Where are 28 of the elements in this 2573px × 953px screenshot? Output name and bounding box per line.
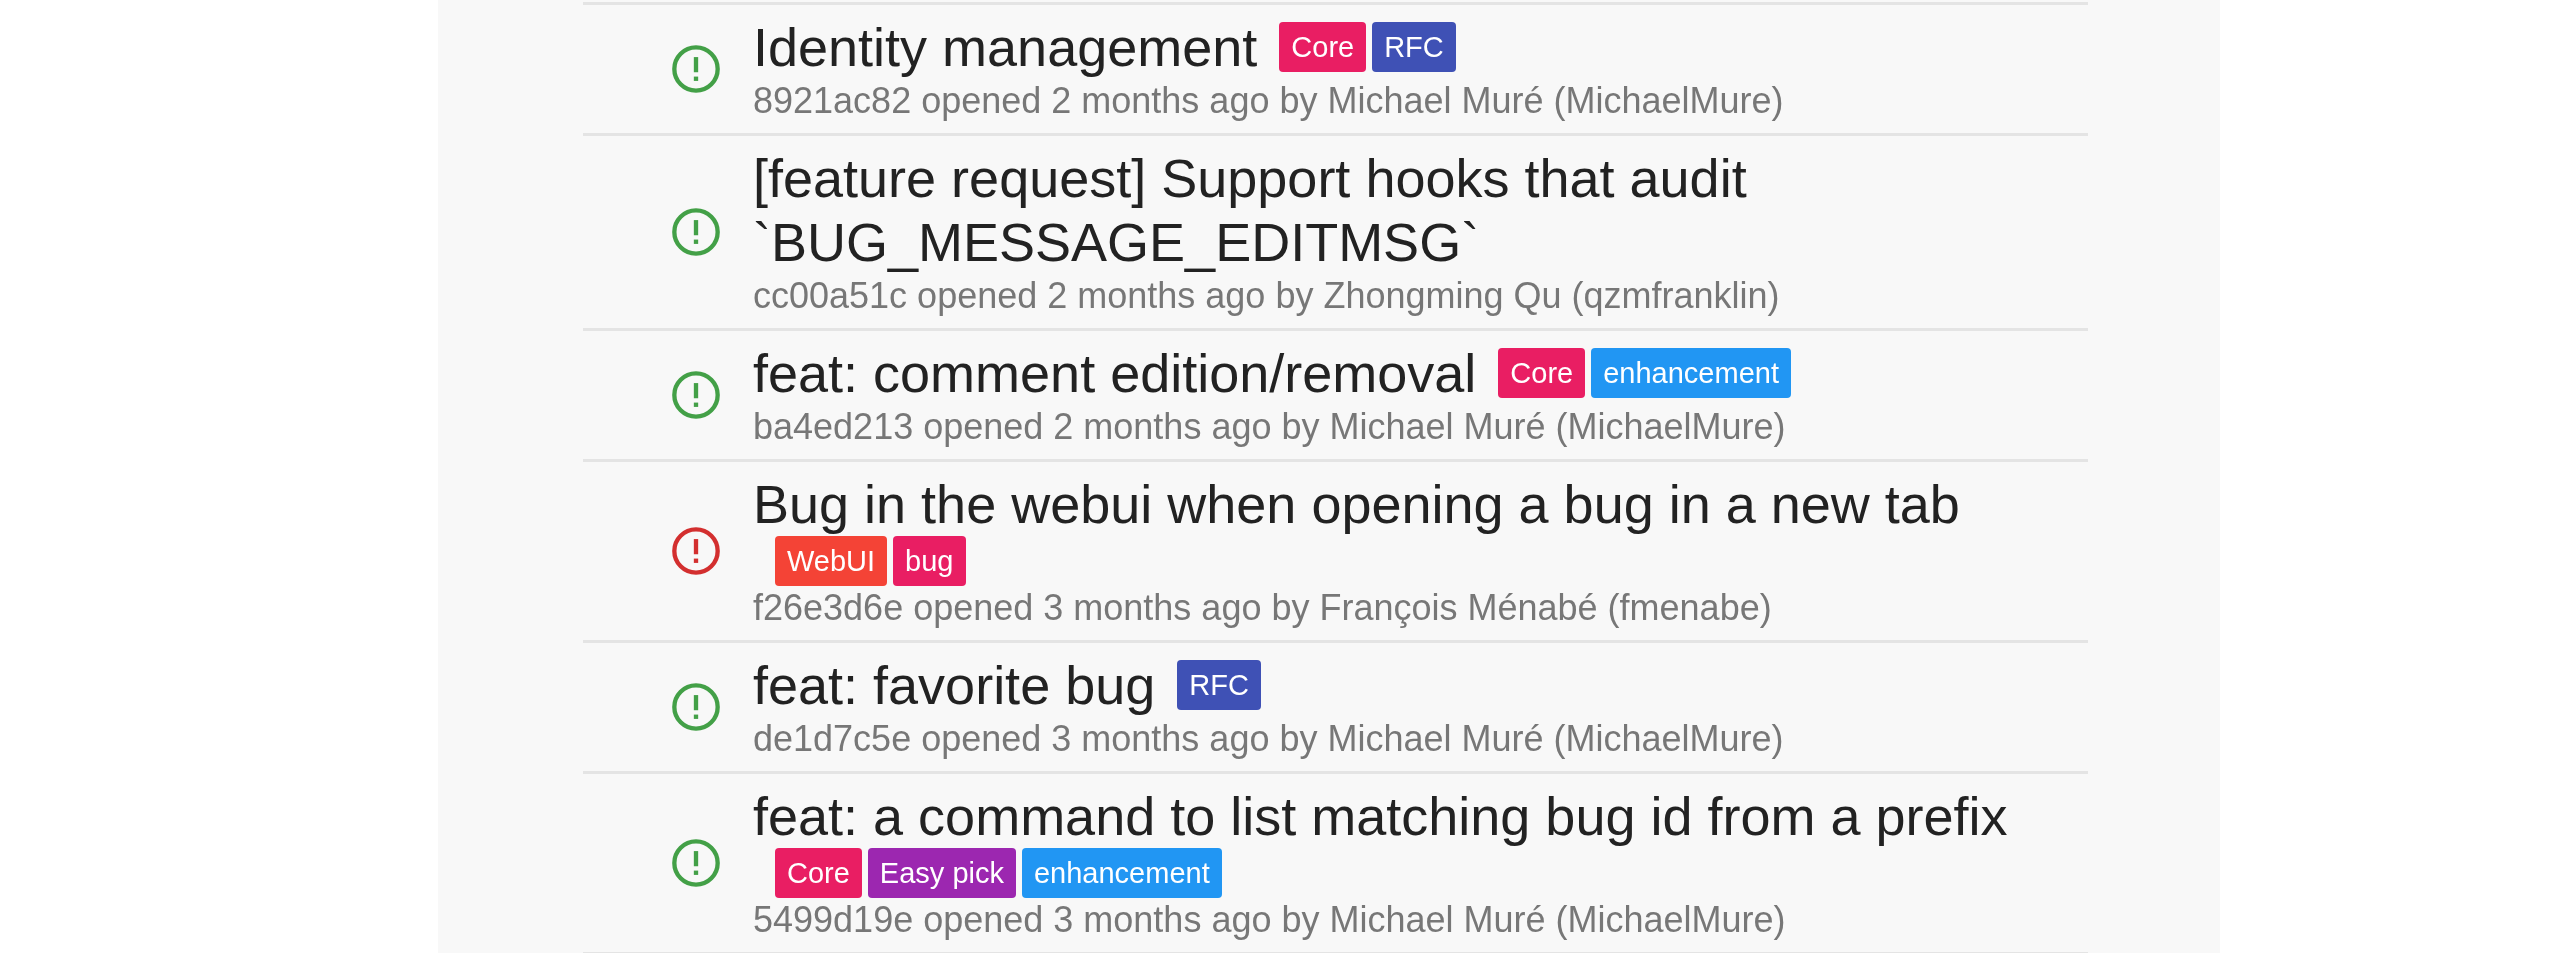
issue-label: WebUI (775, 536, 888, 586)
issue-label: enhancement (1591, 348, 1791, 398)
issue-row[interactable]: [feature request] Support hooks that audit `BUG_MESSAGE_EDITMSG` cc00a51c opened 2 months ago by Zhongming Qu (qzmfranklin) (583, 136, 2088, 331)
issue-row[interactable]: feat: favorite bug RFC de1d7c5e opened 3 months ago by Michael Muré (MichaelMure) (583, 643, 2088, 774)
issue-meta: ba4ed213 opened 2 months ago by Michael Muré (MichaelMure) (753, 405, 1787, 449)
issue-title[interactable]: Bug in the webui when opening a bug in a new tab (753, 472, 1960, 536)
issue-label: RFC (1177, 660, 1261, 710)
issue-title[interactable]: feat: comment edition/removal (753, 341, 1477, 405)
issue-title[interactable]: feat: favorite bug (753, 653, 1156, 717)
issue-label: Core (1498, 348, 1586, 398)
issue-meta: de1d7c5e opened 3 months ago by Michael Muré (MichaelMure) (753, 717, 1784, 761)
issue-row[interactable]: feat: a command to list matching bug id from a prefix Core Easy pick enhancement 5499d19e opened 3 months ago by Michael Muré (MichaelMure) (583, 774, 2088, 953)
issue-meta: cc00a51c opened 2 months ago by Zhongming Qu (qzmfranklin) (753, 274, 1781, 318)
issue-meta: f26e3d6e opened 3 months ago by François Ménabé (fmenabe) (753, 586, 1773, 630)
issue-label: Core (775, 848, 862, 898)
issue-label: Easy pick (867, 848, 1016, 898)
issue-row[interactable]: Bug in the webui when opening a bug in a new tab WebUI bug f26e3d6e opened 3 months ago by François Ménabé (fmenabe) (583, 462, 2088, 643)
issue-label: RFC (1372, 22, 1456, 72)
issue-row[interactable]: feat: comment edition/removal Core enhancement ba4ed213 opened 2 months ago by Michael Muré (MichaelMure) (583, 331, 2088, 462)
issue-title[interactable]: Identity management (753, 15, 1258, 79)
issue-row[interactable]: Identity management Core RFC 8921ac82 opened 2 months ago by Michael Muré (MichaelMure) (583, 5, 2088, 136)
issue-meta: 5499d19e opened 3 months ago by Michael Muré (MichaelMure) (753, 898, 1787, 942)
issue-label: enhancement (1021, 848, 1222, 898)
issue-title[interactable]: feat: a command to list matching bug id from a prefix (753, 784, 2008, 848)
issue-title[interactable]: [feature request] Support hooks that audit `BUG_MESSAGE_EDITMSG` (753, 146, 2088, 274)
issue-meta: 8921ac82 opened 2 months ago by Michael Muré (MichaelMure) (753, 79, 1784, 123)
issue-label: Core (1279, 22, 1367, 72)
issue-label: bug (893, 536, 966, 586)
